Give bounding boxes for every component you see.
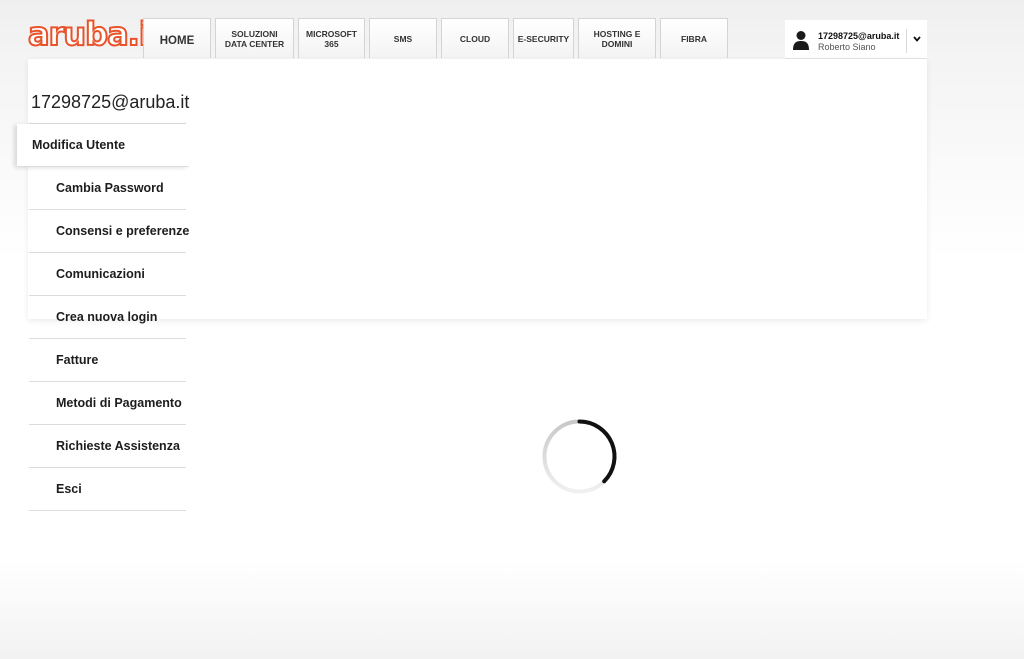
tab-hosting-e-domini[interactable]: HOSTING E DOMINI bbox=[578, 18, 656, 58]
main-nav: HOME SOLUZIONI DATA CENTER MICROSOFT 365… bbox=[143, 18, 728, 58]
user-email: 17298725@aruba.it bbox=[818, 31, 900, 41]
user-icon bbox=[793, 31, 809, 50]
sidebar-item-crea-nuova-login[interactable]: Crea nuova login bbox=[29, 296, 186, 339]
tab-fibra[interactable]: FIBRA bbox=[660, 18, 728, 58]
sidebar-item-modifica-utente[interactable]: Modifica Utente bbox=[17, 124, 189, 167]
chevron-down-icon[interactable] bbox=[913, 36, 921, 42]
sidebar-item-metodi-pagamento[interactable]: Metodi di Pagamento bbox=[29, 382, 186, 425]
tab-sms[interactable]: SMS bbox=[369, 18, 437, 58]
user-menu[interactable]: 17298725@aruba.it Roberto Siano bbox=[785, 20, 927, 59]
sidebar-item-cambia-password[interactable]: Cambia Password bbox=[29, 167, 186, 210]
tab-soluzioni-data-center[interactable]: SOLUZIONI DATA CENTER bbox=[215, 18, 294, 58]
account-sidebar-menu: Modifica Utente Cambia Password Consensi… bbox=[17, 123, 189, 511]
user-name: Roberto Siano bbox=[818, 42, 876, 52]
account-title: 17298725@aruba.it bbox=[31, 92, 190, 112]
tab-e-security[interactable]: E-SECURITY bbox=[513, 18, 574, 58]
user-menu-divider bbox=[906, 29, 907, 53]
sidebar-item-richieste-assistenza[interactable]: Richieste Assistenza bbox=[29, 425, 186, 468]
tab-cloud[interactable]: CLOUD bbox=[441, 18, 509, 58]
sidebar-item-consensi-preferenze[interactable]: Consensi e preferenze bbox=[29, 210, 189, 253]
tab-microsoft-365[interactable]: MICROSOFT 365 bbox=[298, 18, 365, 58]
sidebar-item-comunicazioni[interactable]: Comunicazioni bbox=[29, 253, 186, 296]
sidebar-item-esci[interactable]: Esci bbox=[29, 468, 186, 511]
sidebar-item-fatture[interactable]: Fatture bbox=[29, 339, 186, 382]
loading-spinner-icon bbox=[542, 419, 617, 494]
tab-home[interactable]: HOME bbox=[143, 18, 211, 58]
